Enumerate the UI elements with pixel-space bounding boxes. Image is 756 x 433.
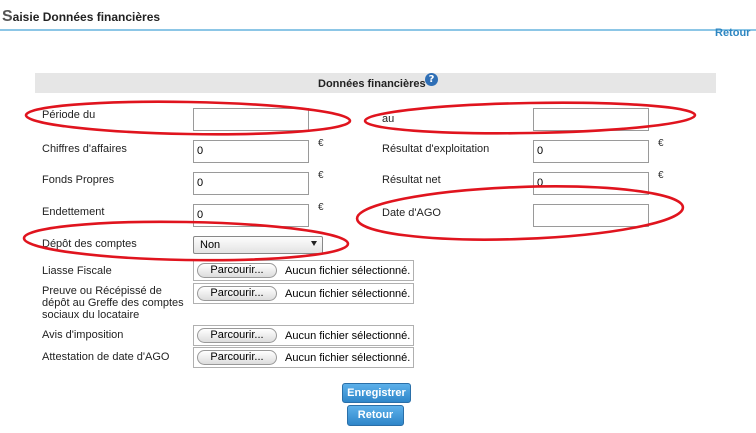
page-title: Saisie Données financières bbox=[2, 8, 160, 26]
resultat-exploitation-input[interactable]: 0 bbox=[533, 140, 649, 163]
preuve-depot-label-line: sociaux du locataire bbox=[42, 309, 140, 321]
chiffre-affaires-label: Chiffres d'affaires bbox=[42, 143, 127, 155]
resultat-exploitation-label: Résultat d'exploitation bbox=[382, 143, 490, 155]
fonds-propres-input[interactable]: 0 bbox=[193, 172, 309, 195]
avis-imposition-file-status: Aucun fichier sélectionné. bbox=[285, 330, 411, 342]
section-title: Données financières bbox=[318, 78, 426, 90]
save-button[interactable]: Enregistrer bbox=[342, 383, 411, 403]
endettement-label: Endettement bbox=[42, 206, 105, 218]
endettement-input[interactable]: 0 bbox=[193, 204, 309, 227]
preuve-depot-label-line: dépôt au Greffe des comptes bbox=[42, 297, 184, 309]
avis-imposition-browse-button[interactable]: Parcourir... bbox=[197, 328, 277, 343]
avis-imposition-label: Avis d'imposition bbox=[42, 329, 124, 341]
preuve-depot-browse-button[interactable]: Parcourir... bbox=[197, 286, 277, 301]
liasse-fiscale-label: Liasse Fiscale bbox=[42, 265, 112, 277]
chiffre-affaires-input[interactable]: 0 bbox=[193, 140, 309, 163]
attestation-ago-browse-button[interactable]: Parcourir... bbox=[197, 350, 277, 365]
attestation-ago-file-input[interactable]: Parcourir... Aucun fichier sélectionné. bbox=[193, 347, 414, 368]
resultat-net-input[interactable]: 0 bbox=[533, 172, 649, 195]
preuve-depot-file-input[interactable]: Parcourir... Aucun fichier sélectionné. bbox=[193, 283, 414, 304]
back-button[interactable]: Retour bbox=[347, 405, 404, 426]
resultat-exploitation-unit: € bbox=[658, 138, 664, 149]
chiffre-affaires-unit: € bbox=[318, 138, 324, 149]
avis-imposition-file-input[interactable]: Parcourir... Aucun fichier sélectionné. bbox=[193, 325, 414, 346]
fonds-propres-unit: € bbox=[318, 170, 324, 181]
preuve-depot-label: Preuve ou Récépissé de dépôt au Greffe d… bbox=[42, 285, 184, 321]
attestation-ago-label: Attestation de date d'AGO bbox=[42, 351, 170, 363]
resultat-net-label: Résultat net bbox=[382, 174, 441, 186]
page-title-initial: S bbox=[2, 8, 13, 25]
periode-du-label: Période du bbox=[42, 109, 96, 121]
depot-comptes-label: Dépôt des comptes bbox=[42, 238, 137, 250]
preuve-depot-label-line: Preuve ou Récépissé de bbox=[42, 285, 162, 297]
liasse-fiscale-file-status: Aucun fichier sélectionné. bbox=[285, 265, 411, 277]
date-ago-input[interactable] bbox=[533, 204, 649, 227]
depot-comptes-select[interactable]: Non bbox=[193, 236, 323, 254]
fonds-propres-label: Fonds Propres bbox=[42, 174, 115, 186]
attestation-ago-file-status: Aucun fichier sélectionné. bbox=[285, 352, 411, 364]
chevron-down-icon bbox=[311, 241, 317, 246]
back-link[interactable]: Retour bbox=[715, 27, 750, 39]
page-title-text: aisie Données financières bbox=[12, 10, 161, 24]
liasse-fiscale-file-input[interactable]: Parcourir... Aucun fichier sélectionné. bbox=[193, 260, 414, 281]
title-divider bbox=[0, 29, 756, 31]
endettement-unit: € bbox=[318, 202, 324, 213]
preuve-depot-file-status: Aucun fichier sélectionné. bbox=[285, 288, 411, 300]
periode-du-input[interactable] bbox=[193, 108, 309, 131]
help-question-icon[interactable]: ? bbox=[425, 73, 438, 86]
depot-comptes-selected-value: Non bbox=[200, 239, 221, 251]
resultat-net-unit: € bbox=[658, 170, 664, 181]
date-ago-label: Date d'AGO bbox=[382, 207, 441, 219]
au-label: au bbox=[382, 113, 395, 125]
liasse-fiscale-browse-button[interactable]: Parcourir... bbox=[197, 263, 277, 278]
au-input[interactable] bbox=[533, 108, 649, 131]
